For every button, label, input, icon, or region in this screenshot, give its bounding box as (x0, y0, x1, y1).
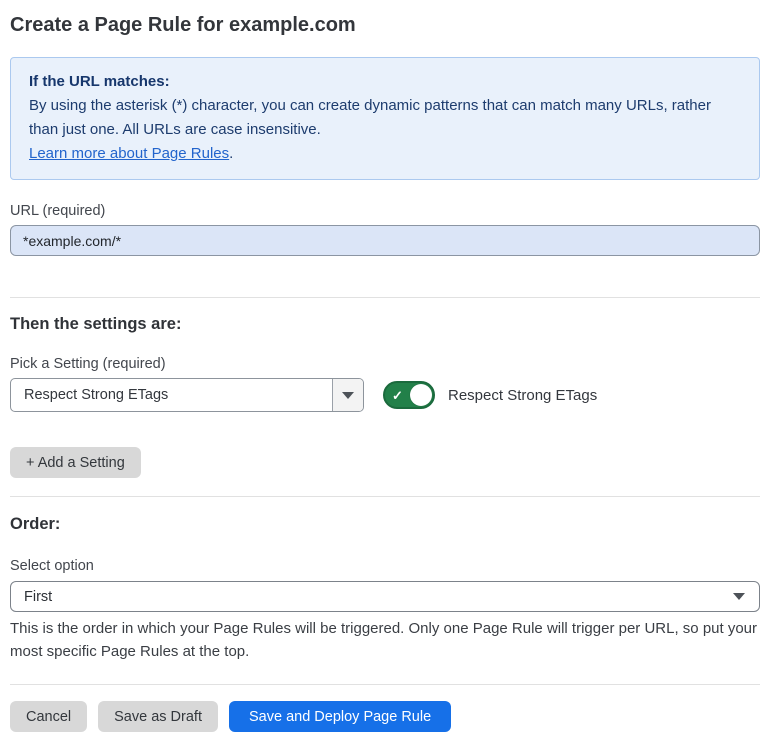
page-title: Create a Page Rule for example.com (10, 12, 760, 38)
settings-section-heading: Then the settings are: (10, 315, 760, 334)
url-input[interactable] (10, 225, 760, 256)
form-actions: Cancel Save as Draft Save and Deploy Pag… (10, 701, 760, 732)
setting-toggle[interactable]: ✓ (383, 381, 435, 409)
setting-select-value: Respect Strong ETags (11, 379, 332, 411)
chevron-down-icon (733, 593, 745, 600)
order-help-text: This is the order in which your Page Rul… (10, 617, 760, 663)
setting-toggle-label: Respect Strong ETags (448, 387, 597, 404)
order-section-heading: Order: (10, 515, 760, 534)
divider (10, 297, 760, 298)
setting-select[interactable]: Respect Strong ETags (10, 378, 364, 412)
url-field-label: URL (required) (10, 203, 760, 219)
info-box-heading: If the URL matches: (29, 70, 741, 94)
url-match-info-box: If the URL matches: By using the asteris… (10, 57, 760, 180)
setting-row: Respect Strong ETags ✓ Respect Strong ET… (10, 378, 760, 412)
toggle-knob (410, 384, 432, 406)
divider (10, 684, 760, 685)
learn-more-link[interactable]: Learn more about Page Rules (29, 145, 229, 162)
add-setting-button[interactable]: + Add a Setting (10, 447, 141, 478)
order-select-value: First (24, 589, 52, 605)
pick-setting-label: Pick a Setting (required) (10, 356, 760, 372)
order-select-label: Select option (10, 558, 760, 574)
cancel-button[interactable]: Cancel (10, 701, 87, 732)
info-box-body: By using the asterisk (*) character, you… (29, 94, 741, 142)
page-rule-form: Create a Page Rule for example.com If th… (0, 0, 769, 732)
check-icon: ✓ (392, 389, 403, 402)
order-select[interactable]: First (10, 581, 760, 612)
chevron-down-icon (342, 392, 354, 399)
divider (10, 496, 760, 497)
info-box-link-line: Learn more about Page Rules. (29, 142, 741, 166)
setting-select-arrow-button[interactable] (332, 379, 363, 411)
link-suffix: . (229, 145, 233, 162)
save-draft-button[interactable]: Save as Draft (98, 701, 218, 732)
save-deploy-button[interactable]: Save and Deploy Page Rule (229, 701, 451, 732)
